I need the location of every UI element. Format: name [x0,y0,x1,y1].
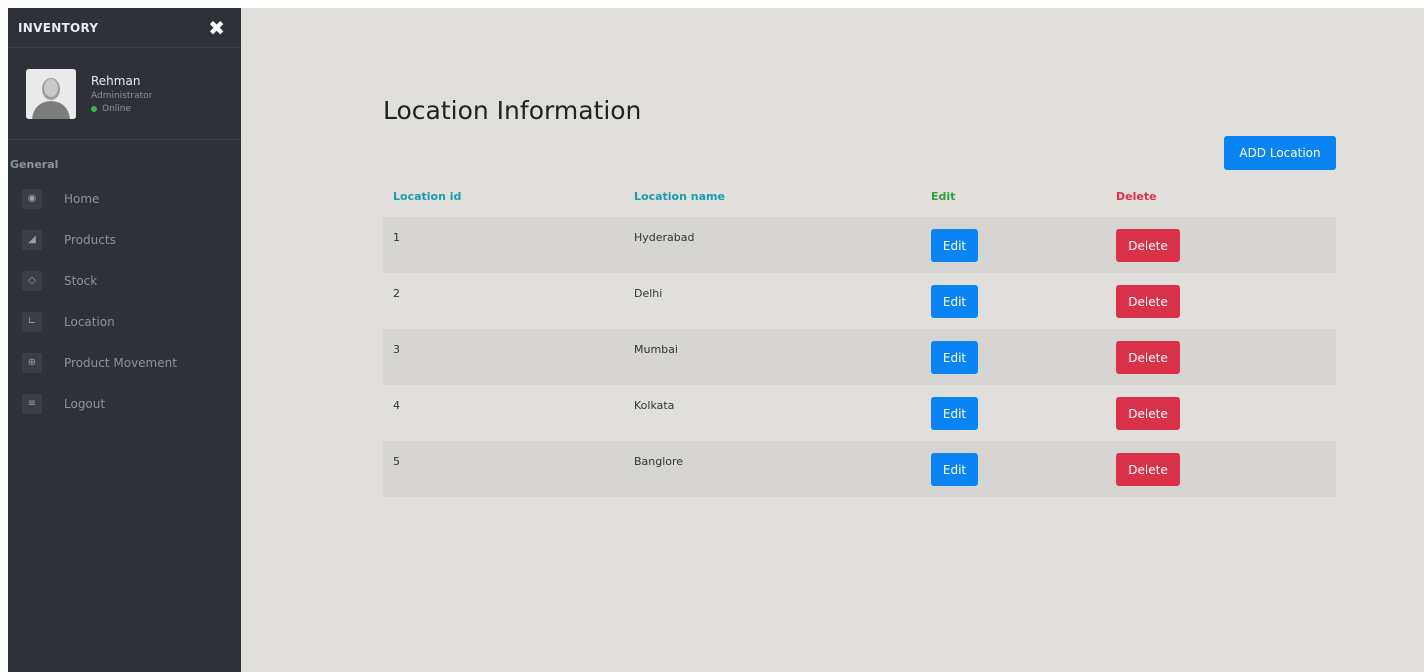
menu-icon: ≡ [22,393,42,414]
sidebar-item-label: Products [64,232,116,247]
delete-button[interactable]: Delete [1116,453,1180,486]
sidebar-item-label: Logout [64,396,106,411]
location-name-cell: Banglore [634,455,684,468]
table-row: 1 Hyderabad Edit Delete [383,217,1336,273]
sidebar-item-product-movement[interactable]: ⊕ Product Movement [8,342,241,383]
chart-icon: ∟ [22,311,42,332]
page: INVENTORY ✖ Rehman Administrator Online [8,8,1424,672]
user-name: Rehman [91,73,141,88]
column-header-location-id: Location id [393,190,462,203]
location-id-cell: 3 [393,343,400,356]
nav-section-title: General [10,158,59,171]
sidebar-item-products[interactable]: ◢ Products [8,219,241,260]
location-id-cell: 2 [393,287,400,300]
avatar [26,68,76,119]
column-header-location-name: Location name [634,190,725,203]
column-header-edit: Edit [931,190,956,203]
location-table: Location id Location name Edit Delete 1 … [383,178,1336,497]
edit-button[interactable]: Edit [931,397,978,430]
table-header: Location id Location name Edit Delete [383,178,1336,217]
sidebar-item-location[interactable]: ∟ Location [8,301,241,342]
sidebar-header: INVENTORY ✖ [8,8,241,48]
sidebar-item-label: Product Movement [64,355,177,370]
dashboard-icon: ◉ [22,188,42,209]
close-icon[interactable]: ✖ [208,18,225,38]
profile-info: Rehman Administrator Online [91,74,152,114]
edit-button[interactable]: Edit [931,453,978,486]
user-profile: Rehman Administrator Online [8,48,241,140]
location-id-cell: 1 [393,231,400,244]
table-row: 2 Delhi Edit Delete [383,273,1336,329]
table-row: 4 Kolkata Edit Delete [383,385,1336,441]
location-name-cell: Kolkata [634,399,675,412]
delete-button[interactable]: Delete [1116,397,1180,430]
sidebar-item-label: Home [64,191,100,206]
cart-icon: ◢ [22,229,42,250]
page-title: Location Information [383,96,642,125]
column-header-delete: Delete [1116,190,1157,203]
location-name-cell: Mumbai [634,343,678,356]
delete-button[interactable]: Delete [1116,285,1180,318]
location-name-cell: Delhi [634,287,663,300]
user-role: Administrator [91,90,153,101]
table-row: 3 Mumbai Edit Delete [383,329,1336,385]
sidebar-item-label: Stock [64,273,98,288]
location-name-cell: Hyderabad [634,231,695,244]
user-silhouette-icon [26,68,76,119]
sidebar-item-label: Location [64,314,115,329]
edit-button[interactable]: Edit [931,285,978,318]
app-title: INVENTORY [18,20,99,35]
location-id-cell: 5 [393,455,400,468]
sidebar-item-home[interactable]: ◉ Home [8,178,241,219]
edit-button[interactable]: Edit [931,229,978,262]
user-status: Online [91,104,152,114]
location-id-cell: 4 [393,399,400,412]
diamond-icon: ◇ [22,270,42,291]
edit-button[interactable]: Edit [931,341,978,374]
online-dot-icon [91,105,97,112]
delete-button[interactable]: Delete [1116,341,1180,374]
sidebar-item-stock[interactable]: ◇ Stock [8,260,241,301]
globe-icon: ⊕ [22,352,42,373]
sidebar: INVENTORY ✖ Rehman Administrator Online [8,8,241,672]
sidebar-item-logout[interactable]: ≡ Logout [8,383,241,424]
table-row: 5 Banglore Edit Delete [383,441,1336,497]
delete-button[interactable]: Delete [1116,229,1180,262]
add-location-button[interactable]: ADD Location [1224,136,1336,170]
status-label: Online [102,103,132,114]
